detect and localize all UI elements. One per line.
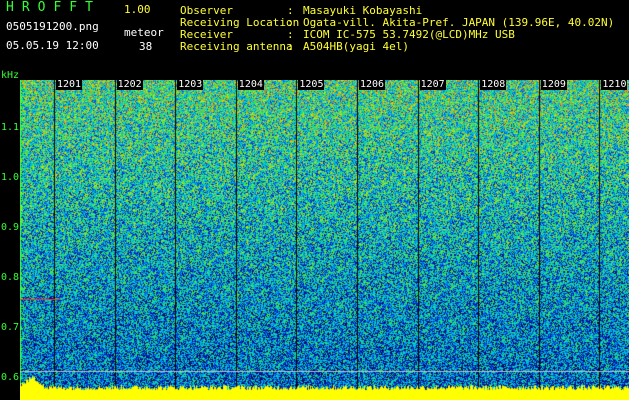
time-label: 1202 xyxy=(116,79,143,90)
meteor-count: 38 xyxy=(139,40,153,53)
time-label: 1204 xyxy=(237,79,264,90)
info-antenna: Receiving antenna: A504HB(yagi 4el) xyxy=(180,40,409,53)
version-label: 1.00 xyxy=(124,3,151,16)
y-tick-label: 1.1 xyxy=(1,122,20,133)
y-axis: 1.1 1.0 0.9 0.8 0.7 0.6 xyxy=(0,80,20,400)
y-tick-label: 0.9 xyxy=(1,222,20,233)
time-label: 1208 xyxy=(480,79,507,90)
y-tick-label: 1.0 xyxy=(1,172,20,183)
time-label: 1206 xyxy=(359,79,386,90)
time-label: 1203 xyxy=(177,79,204,90)
datetime-label: 05.05.19 12:00 xyxy=(6,39,99,52)
y-tick-label: 0.6 xyxy=(1,372,20,383)
time-label: 1210 xyxy=(601,79,628,90)
filename-label: 0505191200.png xyxy=(6,20,99,33)
info-sep: : xyxy=(287,40,294,53)
meteor-label: meteor xyxy=(124,26,164,39)
y-tick-label: 0.7 xyxy=(1,322,20,333)
time-label: 1209 xyxy=(540,79,567,90)
time-label: 1207 xyxy=(419,79,446,90)
app-title: HROFFT xyxy=(6,0,101,15)
info-key: Receiving antenna xyxy=(180,40,293,53)
y-tick-label: 0.8 xyxy=(1,272,20,283)
spectrogram[interactable] xyxy=(20,80,629,400)
time-label: 1205 xyxy=(298,79,325,90)
info-value: A504HB(yagi 4el) xyxy=(303,40,409,53)
time-label: 1201 xyxy=(56,79,83,90)
